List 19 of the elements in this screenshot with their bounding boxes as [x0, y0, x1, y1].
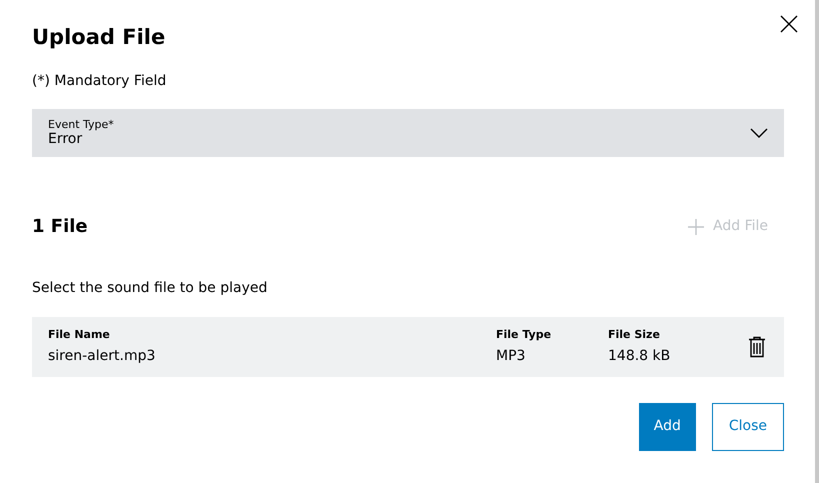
instruction-text: Select the sound file to be played [32, 279, 268, 298]
dialog-title: Upload File [32, 24, 166, 51]
column-header: File Name [48, 327, 111, 344]
column-header: File Type [496, 327, 552, 344]
table-cell-text: siren-alert.mp3 [48, 346, 156, 366]
select-value: Error [48, 131, 84, 148]
column-header: File Size [608, 327, 661, 344]
plus-icon [687, 218, 706, 236]
files-heading: 1 File [32, 215, 88, 240]
table-cell-text: MP3 [496, 346, 526, 366]
event-type-select[interactable]: Event Type* Error [32, 109, 784, 158]
table-cell-text: 148.8 kB [608, 346, 672, 366]
trash-icon[interactable] [748, 336, 766, 358]
add-button[interactable]: Add [638, 402, 696, 451]
close-button[interactable]: Close [712, 402, 784, 451]
mandatory-note: (*) Mandatory Field [32, 72, 168, 92]
chevron-down-icon [750, 128, 768, 138]
close-icon[interactable] [779, 14, 799, 34]
select-label: Event Type* [48, 118, 114, 132]
